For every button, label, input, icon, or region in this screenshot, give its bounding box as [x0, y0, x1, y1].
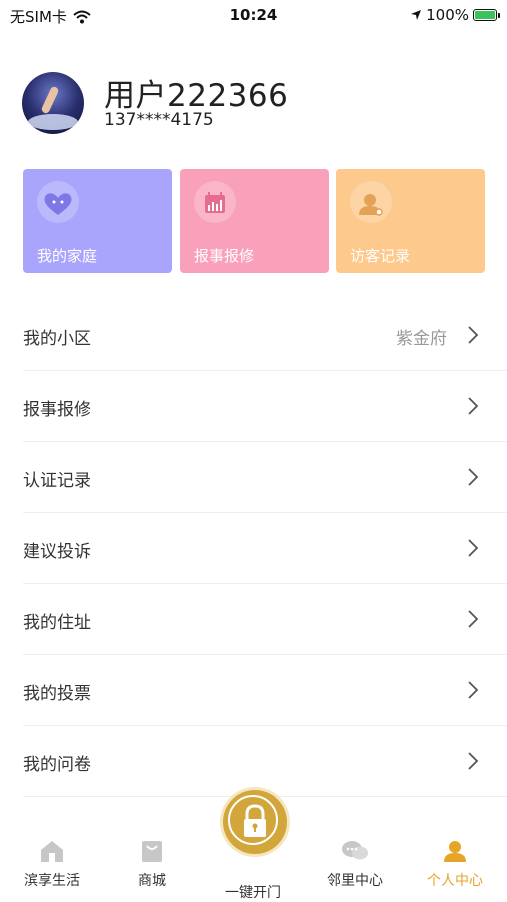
calendar-chart-icon [205, 192, 225, 213]
lock-icon [244, 804, 266, 837]
my-family-label: 我的家庭 [37, 247, 98, 265]
report-repair-card[interactable]: 报事报修 [180, 169, 329, 273]
battery-percent: 100% [426, 6, 469, 24]
menu-label: 报事报修 [23, 400, 91, 420]
home-icon [41, 841, 63, 862]
menu-report-repair[interactable]: 报事报修 [23, 371, 507, 442]
person-icon [359, 194, 383, 216]
chevron-right-icon [468, 610, 479, 628]
menu-label: 认证记录 [23, 471, 91, 491]
menu-my-community[interactable]: 我的小区 紫金府 [23, 300, 507, 371]
tab-neighbor-center[interactable]: 邻里中心 [310, 838, 400, 890]
chevron-right-icon [468, 468, 479, 486]
report-repair-label: 报事报修 [194, 247, 255, 265]
chevron-right-icon [468, 326, 479, 344]
menu-my-votes[interactable]: 我的投票 [23, 655, 507, 726]
visitor-record-label: 访客记录 [350, 247, 411, 265]
battery-icon [473, 9, 500, 21]
chevron-right-icon [468, 397, 479, 415]
user-phone: 137****4175 [104, 110, 214, 130]
menu-label: 我的投票 [23, 684, 91, 704]
menu-my-address[interactable]: 我的住址 [23, 584, 507, 655]
chevron-right-icon [468, 752, 479, 770]
avatar[interactable] [22, 72, 84, 134]
visitor-record-card[interactable]: 访客记录 [336, 169, 485, 273]
menu-auth-records[interactable]: 认证记录 [23, 442, 507, 513]
user-name: 用户222366 [104, 78, 289, 114]
my-family-card[interactable]: 我的家庭 [23, 169, 172, 273]
shopping-bag-icon [142, 841, 162, 862]
menu-suggestions-complaints[interactable]: 建议投诉 [23, 513, 507, 584]
tab-home-label: 滨享生活 [24, 873, 80, 889]
tab-unlock-label: 一键开门 [225, 885, 281, 901]
menu-label: 我的住址 [23, 613, 91, 633]
community-name-value: 紫金府 [396, 329, 447, 349]
tab-personal-center[interactable]: 个人中心 [410, 838, 500, 890]
tab-neighbor-label: 邻里中心 [327, 873, 383, 889]
menu-label: 我的小区 [23, 329, 91, 349]
chat-bubbles-icon [342, 841, 368, 860]
user-icon [444, 841, 466, 862]
one-tap-unlock-button[interactable] [223, 790, 287, 854]
tab-home[interactable]: 滨享生活 [7, 838, 97, 890]
tab-shop-label: 商城 [138, 873, 166, 889]
heart-icon [44, 193, 72, 215]
status-right: 100% [410, 6, 500, 24]
chevron-right-icon [468, 681, 479, 699]
chevron-right-icon [468, 539, 479, 557]
location-arrow-icon [411, 10, 422, 20]
menu-my-questionnaires[interactable]: 我的问卷 [23, 726, 507, 797]
settings-menu: 我的小区 紫金府 报事报修 认证记录 建议投诉 我的住址 我的投票 我的问卷 [0, 300, 507, 797]
tab-shop[interactable]: 商城 [107, 838, 197, 890]
menu-label: 建议投诉 [23, 542, 91, 562]
status-bar: 无SIM卡 10:24 100% [0, 0, 507, 30]
tab-profile-label: 个人中心 [427, 873, 483, 889]
menu-label: 我的问卷 [23, 755, 91, 775]
